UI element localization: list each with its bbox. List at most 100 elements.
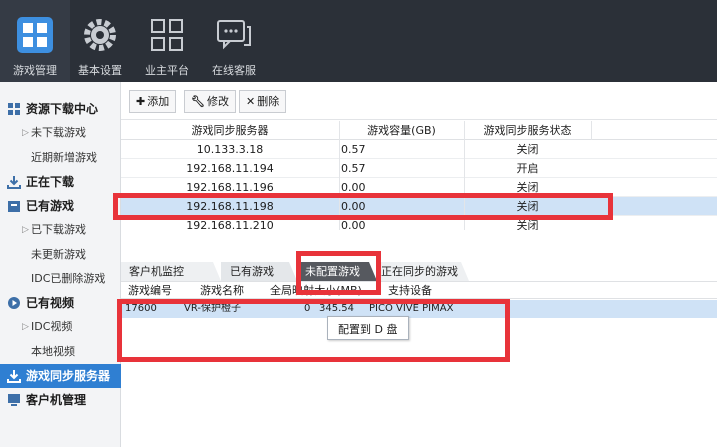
game-global: 0 (304, 303, 311, 314)
video-icon (8, 297, 20, 309)
delete-button[interactable]: ✕ 删除 (239, 90, 287, 113)
sidebar: 资源下载中心 ▷ 未下载游戏 近期新增游戏 正在下载 已有游戏 ▷ 已下载游戏 … (0, 82, 121, 447)
wrench-icon: 🔧︎ (191, 95, 205, 108)
server-status: 关闭 (516, 143, 539, 156)
sidebar-item-existing-games[interactable]: 已有游戏 (0, 194, 121, 218)
sidebar-item-not-downloaded[interactable]: ▷ 未下载游戏 (0, 121, 121, 145)
download-icon (7, 176, 21, 189)
nav-owner-platform[interactable]: 业主平台 (132, 0, 202, 82)
sidebar-item-label: 已下载游戏 (31, 223, 86, 236)
sidebar-item-not-updated[interactable]: 未更新游戏 (0, 243, 121, 267)
sidebar-item-downloaded-games[interactable]: ▷ 已下载游戏 (0, 218, 121, 242)
server-ip: 10.133.3.18 (196, 143, 264, 156)
tab-bar: 客户机监控 已有游戏 未配置游戏 正在同步的游戏 (121, 260, 717, 281)
sidebar-item-label: 已有视频 (26, 296, 75, 310)
sidebar-item-label: 未更新游戏 (31, 248, 86, 261)
game-manage-icon (17, 17, 53, 53)
game-id: 17600 (125, 303, 157, 314)
nav-online-service[interactable]: 在线客服 (199, 0, 269, 82)
sidebar-item-label: 未下载游戏 (31, 126, 86, 139)
column-header[interactable]: 游戏同步服务器 (121, 121, 339, 140)
grid-icon (151, 19, 183, 51)
table-row[interactable]: 192.168.11.196 0.00 关闭 (121, 178, 717, 197)
toolbar: ✚ 添加 🔧︎ 修改 ✕ 删除 (121, 82, 717, 120)
game-name: VR-保护橙子 (184, 303, 241, 314)
download-icon (7, 370, 21, 383)
nav-label: 基本设置 (78, 64, 122, 77)
plus-icon: ✚ (136, 95, 146, 108)
nav-label: 游戏管理 (13, 64, 57, 77)
nav-label: 在线客服 (212, 64, 256, 77)
sidebar-item-label: IDC视频 (31, 320, 73, 333)
column-header[interactable]: 游戏同步服务状态 (464, 121, 591, 140)
top-nav-bar: 游戏管理 基本设置 业主平台 在线客服 (0, 0, 717, 82)
sidebar-item-local-videos[interactable]: 本地视频 (0, 340, 121, 364)
edit-button[interactable]: 🔧︎ 修改 (184, 90, 236, 113)
server-table-header: 游戏同步服务器 游戏容量(GB) 游戏同步服务状态 (121, 121, 717, 140)
chat-icon (217, 20, 251, 50)
server-capacity: 0.00 (341, 181, 366, 194)
monitor-icon (8, 394, 20, 406)
table-row[interactable]: 192.168.11.210 0.00 关闭 (121, 216, 717, 230)
add-button[interactable]: ✚ 添加 (129, 90, 177, 113)
sidebar-item-client-manage[interactable]: 客户机管理 (0, 388, 121, 412)
box-icon (8, 201, 20, 212)
table-row[interactable]: 192.168.11.194 0.57 开启 (121, 159, 717, 178)
sidebar-item-idc-videos[interactable]: ▷ IDC视频 (0, 315, 121, 339)
server-capacity: 0.00 (341, 219, 366, 230)
sidebar-item-label: 资源下载中心 (26, 102, 99, 116)
column-divider (464, 121, 465, 230)
tab-client-monitor[interactable]: 客户机监控 (121, 262, 184, 281)
server-capacity: 0.57 (341, 162, 366, 175)
sidebar-item-sync-server[interactable]: 游戏同步服务器 (0, 364, 121, 388)
server-ip: 192.168.11.198 (186, 200, 274, 213)
triangle-right-icon: ▷ (22, 128, 29, 138)
triangle-right-icon: ▷ (22, 322, 29, 332)
server-status: 关闭 (516, 200, 539, 213)
sidebar-item-existing-videos[interactable]: 已有视频 (0, 291, 121, 315)
sidebar-item-label: 已有游戏 (26, 199, 75, 213)
sidebar-item-recent-added[interactable]: 近期新增游戏 (0, 146, 121, 170)
tab-existing-games[interactable]: 已有游戏 (222, 262, 274, 281)
column-header[interactable]: 支持设备 (365, 282, 455, 299)
context-menu: 配置到 D 盘 (327, 316, 409, 340)
games-table-header: 游戏编号 游戏名称 全局映射 大小(MB) 支持设备 (121, 281, 717, 299)
close-icon: ✕ (246, 95, 256, 108)
column-header[interactable]: 大小(MB) (311, 282, 365, 299)
tab-unconfigured-games[interactable]: 未配置游戏 (297, 262, 360, 281)
column-header[interactable]: 游戏编号 (121, 282, 179, 299)
nav-basic-settings[interactable]: 基本设置 (65, 0, 135, 82)
table-row[interactable]: 10.133.3.18 0.57 关闭 (121, 140, 717, 159)
column-header[interactable]: 游戏名称 (179, 282, 265, 299)
table-row-selected[interactable]: 17600 VR-保护橙子 0 345.54 PICO VIVE PIMAX (121, 300, 717, 318)
delete-label: 删除 (257, 95, 280, 108)
sidebar-item-label: 客户机管理 (26, 393, 87, 407)
sidebar-item-label: 游戏同步服务器 (26, 369, 111, 383)
table-row-selected[interactable]: 192.168.11.198 0.00 关闭 (121, 197, 717, 216)
sidebar-item-downloading[interactable]: 正在下载 (0, 170, 121, 194)
menu-item-configure-d-drive[interactable]: 配置到 D 盘 (338, 321, 397, 337)
sidebar-item-label: 近期新增游戏 (31, 151, 97, 164)
nav-label: 业主平台 (145, 64, 189, 77)
sidebar-item-label: 本地视频 (31, 345, 75, 358)
sidebar-item-idc-deleted[interactable]: IDC已删除游戏 (0, 267, 121, 291)
column-divider (591, 121, 592, 140)
add-label: 添加 (147, 95, 170, 108)
column-header[interactable]: 游戏容量(GB) (339, 121, 464, 140)
sidebar-item-label: IDC已删除游戏 (31, 272, 106, 285)
sidebar-item-resource-center[interactable]: 资源下载中心 (0, 97, 121, 121)
gear-icon (84, 19, 116, 51)
column-divider (339, 121, 340, 230)
list-icon (8, 103, 20, 115)
server-ip: 192.168.11.210 (186, 219, 274, 230)
tab-syncing-games[interactable]: 正在同步的游戏 (373, 262, 458, 281)
server-status: 关闭 (516, 219, 539, 230)
nav-game-manage[interactable]: 游戏管理 (0, 0, 70, 82)
edit-label: 修改 (206, 95, 229, 108)
server-status: 关闭 (516, 181, 539, 194)
triangle-right-icon: ▷ (22, 225, 29, 235)
sidebar-item-label: 正在下载 (26, 175, 75, 189)
server-status: 开启 (516, 162, 539, 175)
server-ip: 192.168.11.196 (186, 181, 274, 194)
server-capacity: 0.00 (341, 200, 366, 213)
